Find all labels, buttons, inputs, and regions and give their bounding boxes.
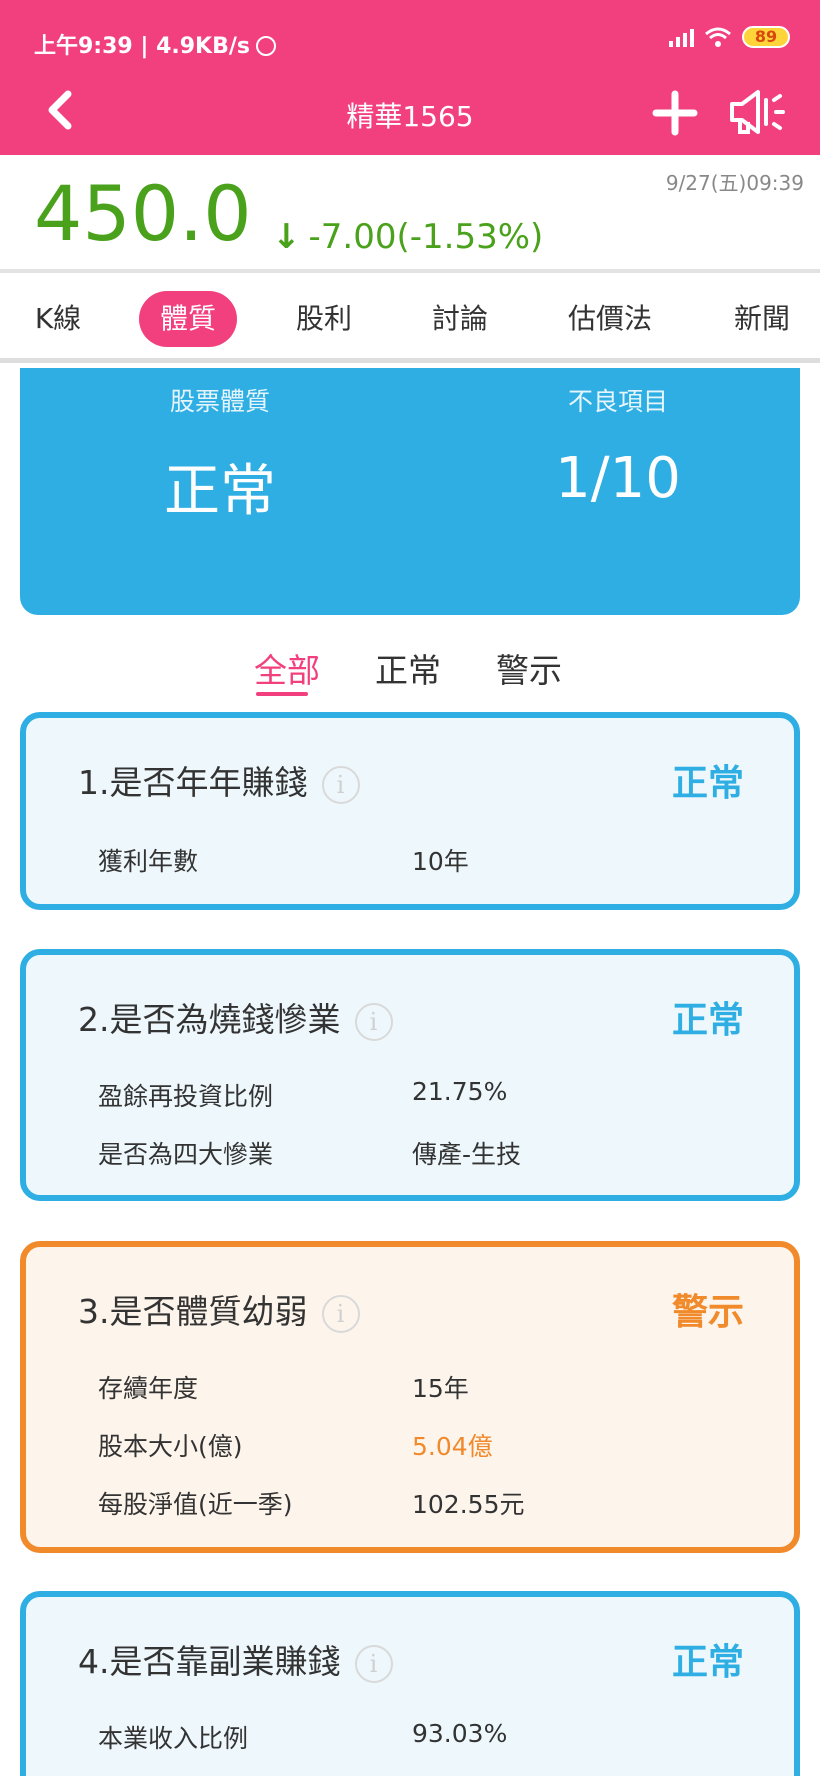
health-value: 正常 [164,459,276,524]
row-label: 本業收入比例 [98,1724,249,1753]
tab-health[interactable]: 體質 [139,291,237,347]
filter-bar: 全部 正常 警示 [0,640,820,700]
filter-active-underline [256,692,308,696]
check-status: 正常 [671,763,744,804]
check-title-text: 1.是否年年賺錢 [78,763,308,802]
row-value: 102.55元 [412,1490,525,1519]
check-title: 4.是否靠副業賺錢 i [78,1635,393,1683]
quote-datetime: 9/27(五)09:39 [665,171,804,195]
check-status: 警示 [671,1292,744,1333]
check-card[interactable]: 2.是否為燒錢慘業 i 正常 盈餘再投資比例 21.75% 是否為四大慘業 傳產-… [20,949,800,1201]
speaker-icon[interactable] [726,86,786,140]
row-label: 獲利年數 [98,847,199,876]
row-value: 93.03% [412,1719,508,1748]
tab-bar: K線 體質 股利 討論 估價法 新聞 [0,277,820,363]
row-value: 傳產-生技 [412,1140,522,1169]
down-arrow-icon: ↓ [272,217,301,257]
filter-all[interactable]: 全部 [254,644,320,692]
row-value: 21.75% [412,1077,508,1106]
status-bar-right: 89 [669,26,790,48]
filter-warning[interactable]: 警示 [496,644,562,692]
info-icon[interactable]: i [354,1002,393,1041]
stock-price: 450.0 [34,169,252,258]
add-icon[interactable] [652,90,698,136]
row-label: 每股淨值(近一季) [98,1490,293,1519]
check-status: 正常 [671,1000,744,1041]
info-icon[interactable]: i [354,1644,393,1683]
row-label: 存續年度 [98,1374,199,1403]
health-label: 股票體質 [169,387,270,416]
app-bar: 上午9:39 | 4.9KB/s 89 精華1565 [0,0,820,155]
wifi-icon [705,27,731,47]
row-label: 盈餘再投資比例 [98,1082,274,1111]
check-title-text: 4.是否靠副業賺錢 [78,1642,341,1681]
bad-items-label: 不良項目 [567,387,668,416]
status-time-speed: 上午9:39 | 4.9KB/s [34,34,250,59]
check-title-text: 3.是否體質幼弱 [78,1292,308,1331]
check-status: 正常 [671,1642,744,1683]
bad-items-value: 1/10 [555,446,681,511]
info-icon[interactable]: i [321,765,360,804]
quote-header: 450.0 ↓ -7.00(-1.53%) 9/27(五)09:39 [0,155,820,273]
row-label: 是否為四大慘業 [98,1140,274,1169]
row-value: 10年 [412,847,469,876]
price-change: ↓ -7.00(-1.53%) [272,217,543,257]
check-card[interactable]: 4.是否靠副業賺錢 i 正常 本業收入比例 93.03% [20,1591,800,1776]
row-value: 15年 [412,1374,469,1403]
tab-dividend[interactable]: 股利 [288,291,360,347]
check-card[interactable]: 1.是否年年賺錢 i 正常 獲利年數 10年 [20,712,800,910]
check-card-warning[interactable]: 3.是否體質幼弱 i 警示 存續年度 15年 股本大小(億) 5.04億 每股淨值… [20,1241,800,1553]
tab-valuation[interactable]: 估價法 [560,291,660,347]
status-bar-left: 上午9:39 | 4.9KB/s [34,28,276,60]
check-title: 1.是否年年賺錢 i [78,756,360,804]
row-value-warning: 5.04億 [412,1432,493,1461]
info-icon[interactable]: i [321,1294,360,1333]
filter-normal[interactable]: 正常 [375,644,441,692]
row-label: 股本大小(億) [98,1432,243,1461]
check-title: 3.是否體質幼弱 i [78,1285,360,1333]
alarm-icon [256,36,276,56]
tab-discussion[interactable]: 討論 [424,291,496,347]
check-title: 2.是否為燒錢慘業 i [78,993,393,1041]
battery-icon: 89 [742,26,790,48]
tab-kline[interactable]: K線 [28,291,88,347]
price-change-value: -7.00(-1.53%) [308,217,544,257]
check-title-text: 2.是否為燒錢慘業 [78,1000,341,1039]
signal-icon [669,27,694,47]
tab-news[interactable]: 新聞 [726,291,798,347]
health-summary-card: 股票體質 正常 不良項目 1/10 [20,368,800,615]
